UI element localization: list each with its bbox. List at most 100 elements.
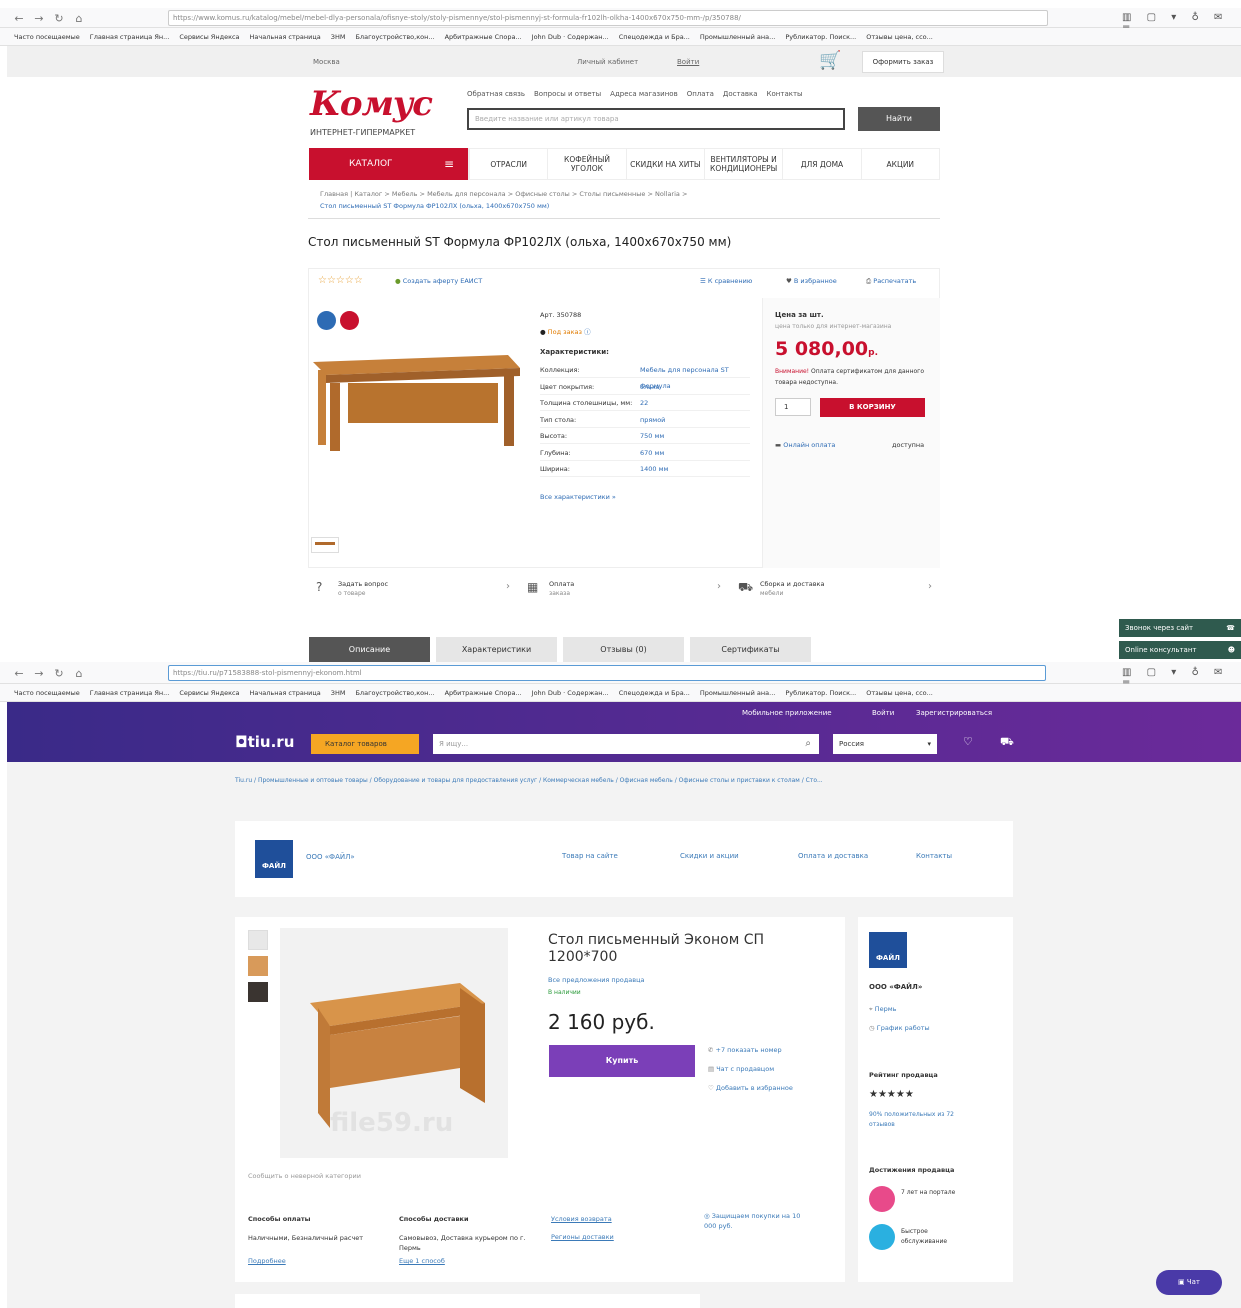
bookmark-item[interactable]: Арбитражные Спора... xyxy=(445,33,522,41)
menu-item[interactable]: ДЛЯ ДОМА xyxy=(782,149,860,179)
menu-item[interactable]: ОТРАСЛИ xyxy=(469,149,547,179)
bookmark-list-2[interactable]: Часто посещаемые Главная страница Ян... Се… xyxy=(14,689,943,697)
add-favorite-link[interactable]: ♡ Добавить в избранное xyxy=(708,1084,793,1092)
reload-icon[interactable]: ↻ xyxy=(52,12,66,25)
thumb-1[interactable] xyxy=(248,930,268,950)
bookmark-item[interactable]: Рубликатор. Поиск... xyxy=(785,689,856,697)
bookmark-item[interactable]: Отзывы цена, ссо... xyxy=(866,689,933,697)
eaist-link[interactable]: ● Создать аферту ЕАИСТ xyxy=(395,277,482,285)
tiu-login-link[interactable]: Войти xyxy=(872,709,894,717)
rating-text[interactable]: 90% положительных из 72 отзывов xyxy=(869,1110,969,1130)
komus-logo[interactable]: Комус xyxy=(310,84,433,124)
all-chars-link[interactable]: Все характеристики » xyxy=(540,493,616,501)
thumb-2[interactable] xyxy=(248,956,268,976)
seller-name-link[interactable]: ООО «ФАЙЛ» xyxy=(306,853,355,861)
region-select[interactable]: Россия ▾ xyxy=(833,734,937,754)
top-link[interactable]: Обратная связь xyxy=(467,90,525,98)
info-item[interactable]: ? Задать вопрос о товаре › xyxy=(316,578,516,604)
buy-button[interactable]: Купить xyxy=(549,1045,695,1077)
return-terms-link[interactable]: Условия возврата xyxy=(551,1215,612,1223)
top-link[interactable]: Вопросы и ответы xyxy=(534,90,601,98)
rating-stars[interactable]: ☆☆☆☆☆ xyxy=(318,275,363,286)
seller-nav-item[interactable]: Скидки и акции xyxy=(680,852,739,860)
seller-nav-item[interactable]: Контакты xyxy=(916,852,952,860)
bookmark-item[interactable]: Спецодежда и Бра... xyxy=(619,689,690,697)
tiu-catalog-button[interactable]: Каталог товаров xyxy=(311,734,419,754)
url-bar-2[interactable]: https://tiu.ru/p71583888-stol-pismennyj-… xyxy=(168,665,1046,681)
tab-1[interactable]: Характеристики xyxy=(436,637,557,662)
catalog-button[interactable]: КАТАЛОГ ≡ xyxy=(309,148,468,180)
back-icon[interactable]: ← xyxy=(12,12,26,25)
quantity-stepper[interactable]: 1 xyxy=(775,398,811,416)
seller-nav-item[interactable]: Оплата и доставка xyxy=(798,852,868,860)
back-icon-2[interactable]: ← xyxy=(12,667,26,680)
bookmark-item[interactable]: John Dub · Содержан... xyxy=(532,689,609,697)
bookmark-item[interactable]: Промышленный ана... xyxy=(700,33,775,41)
bookmark-item[interactable]: Благоустройство,кон... xyxy=(355,33,434,41)
all-offers-link[interactable]: Все предложения продавца xyxy=(548,976,644,984)
top-link[interactable]: Оплата xyxy=(687,90,714,98)
bookmark-item[interactable]: John Dub · Содержан... xyxy=(532,33,609,41)
tiu-search-input[interactable]: Я ищу... ⌕ xyxy=(433,734,819,754)
seller-city[interactable]: ⌖ Пермь xyxy=(869,1005,896,1014)
url-bar[interactable]: https://www.komus.ru/katalog/mebel/mebel… xyxy=(168,10,1048,26)
thumbnail[interactable] xyxy=(311,537,339,553)
menu-item[interactable]: АКЦИИ xyxy=(860,149,939,179)
komus-search-button[interactable]: Найти xyxy=(858,107,940,131)
add-to-cart-button[interactable]: В КОРЗИНУ xyxy=(820,398,925,417)
forward-icon[interactable]: → xyxy=(32,12,46,25)
help-icon[interactable]: ⓘ xyxy=(584,328,591,336)
thumb-3[interactable] xyxy=(248,982,268,1002)
cart-icon-tiu[interactable]: ⛟ xyxy=(1000,735,1014,750)
bookmark-item[interactable]: Сервисы Яндекса xyxy=(179,33,239,41)
reload-icon-2[interactable]: ↻ xyxy=(52,667,66,680)
tab-2[interactable]: Отзывы (0) xyxy=(563,637,684,662)
bookmark-item[interactable]: Главная страница Ян... xyxy=(90,689,170,697)
bookmark-item[interactable]: Начальная страница xyxy=(250,689,321,697)
bookmark-item[interactable]: Главная страница Ян... xyxy=(90,33,170,41)
seller-logo-2[interactable]: ФАЙЛ xyxy=(869,932,907,968)
payment-more-link[interactable]: Подробнее xyxy=(248,1257,286,1265)
komus-search-input[interactable]: Введите название или артикул товара xyxy=(467,108,845,130)
tab-3[interactable]: Сертификаты xyxy=(690,637,811,662)
top-link[interactable]: Доставка xyxy=(723,90,758,98)
bookmark-item[interactable]: Сервисы Яндекса xyxy=(179,689,239,697)
register-link[interactable]: Зарегистрироваться xyxy=(916,709,992,717)
chat-seller-link[interactable]: ▤ Чат с продавцом xyxy=(708,1065,774,1073)
show-phone-link[interactable]: ✆ +7 показать номер xyxy=(708,1046,782,1054)
menu-item[interactable]: ВЕНТИЛЯТОРЫ И КОНДИЦИОНЕРЫ xyxy=(703,149,782,179)
tab-0[interactable]: Описание xyxy=(309,637,430,662)
report-category-link[interactable]: Сообщить о неверной категории xyxy=(248,1172,361,1180)
menu-item[interactable]: СКИДКИ НА ХИТЫ xyxy=(625,149,704,179)
komus-top-links[interactable]: Обратная связь Вопросы и ответы Адреса маг… xyxy=(467,90,812,98)
info-item[interactable]: ⛟ Сборка и доставка мебели › xyxy=(738,578,938,604)
bookmark-item[interactable]: Часто посещаемые xyxy=(14,33,80,41)
bookmark-item[interactable]: ЗНМ xyxy=(331,33,346,41)
seller-logo[interactable]: ФАЙЛ xyxy=(255,840,293,878)
bookmark-item[interactable]: Рубликатор. Поиск... xyxy=(785,33,856,41)
city-selector[interactable]: Москва xyxy=(313,58,340,66)
seller-nav-item[interactable]: Товар на сайте xyxy=(562,852,618,860)
bookmark-item[interactable]: Часто посещаемые xyxy=(14,689,80,697)
bookmark-item[interactable]: ЗНМ xyxy=(331,689,346,697)
schedule-link[interactable]: ◷ График работы xyxy=(869,1024,930,1032)
callback-button[interactable]: Звонок через сайт ☎ xyxy=(1119,619,1241,637)
tiu-breadcrumb[interactable]: Tiu.ru / Промышленные и оптовые товары /… xyxy=(235,777,823,784)
mobile-app-link[interactable]: Мобильное приложение xyxy=(742,709,832,717)
compare-link[interactable]: ☰ К сравнению xyxy=(700,277,752,285)
menu-item[interactable]: КОФЕЙНЫЙ УГОЛОК xyxy=(547,149,625,179)
bookmark-item[interactable]: Начальная страница xyxy=(250,33,321,41)
bookmark-item[interactable]: Благоустройство,кон... xyxy=(355,689,434,697)
bookmark-item[interactable]: Промышленный ана... xyxy=(700,689,775,697)
bookmark-item[interactable]: Арбитражные Спора... xyxy=(445,689,522,697)
checkout-button[interactable]: Оформить заказ xyxy=(862,51,944,73)
print-link[interactable]: ⎙ Распечатать xyxy=(866,277,916,286)
consult-button[interactable]: Online консультант ☻ xyxy=(1119,641,1241,659)
breadcrumb[interactable]: Главная | Каталог > Мебель > Мебель для … xyxy=(320,190,687,198)
chat-button[interactable]: ▣ Чат xyxy=(1156,1270,1222,1295)
bookmark-item[interactable]: Спецодежда и Бра... xyxy=(619,33,690,41)
bookmark-item[interactable]: Отзывы цена, ссо... xyxy=(866,33,933,41)
cart-icon[interactable]: 🛒 xyxy=(819,50,841,71)
home-icon-2[interactable]: ⌂ xyxy=(72,667,86,680)
login-link[interactable]: Войти xyxy=(677,58,699,66)
